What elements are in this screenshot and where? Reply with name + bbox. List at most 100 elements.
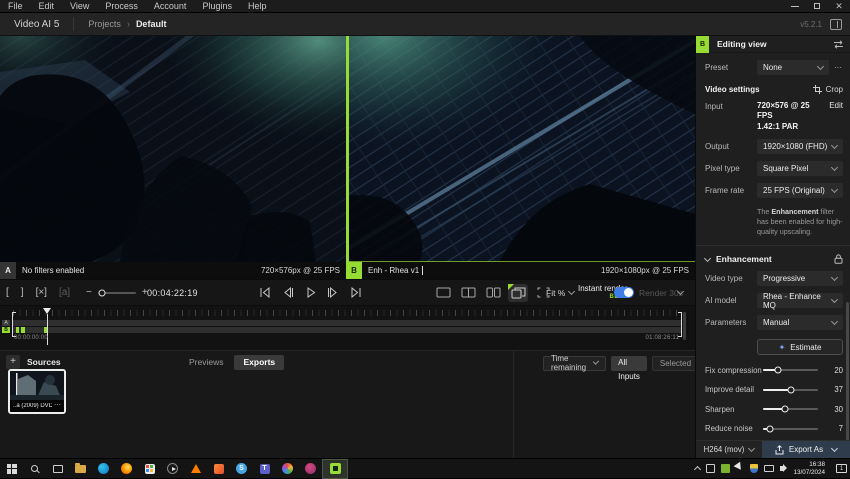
media-player-button[interactable] [161,459,184,479]
mark-in-button[interactable]: [ [6,287,9,298]
taskbar-search[interactable] [23,459,46,479]
network-display-icon[interactable] [764,465,774,472]
play-button[interactable] [304,287,317,298]
menu-help[interactable]: Help [240,0,275,13]
estimate-button[interactable]: ✦ Estimate [757,339,843,355]
source-clip-menu-button[interactable]: ⋯ [54,403,61,409]
slider-thumb[interactable] [775,367,782,374]
speaker-icon[interactable] [780,466,784,471]
cursor-tray-icon[interactable] [734,462,747,476]
breadcrumb-projects[interactable]: Projects [88,19,121,29]
playhead[interactable] [43,308,51,318]
panel-scrollbar[interactable] [846,302,849,454]
export-as-button[interactable]: Export As [762,441,850,458]
firefox-button[interactable] [115,459,138,479]
store-button[interactable] [138,459,161,479]
teams-button[interactable]: T [253,459,276,479]
transport-more-chevron-icon[interactable] [677,287,684,294]
notification-center-icon[interactable]: 1 [836,464,847,473]
collapse-chevron-icon[interactable] [704,255,711,262]
slider-thumb[interactable] [787,386,794,393]
menu-plugins[interactable]: Plugins [194,0,240,13]
side-by-side-view-button[interactable] [483,284,503,302]
frame-rate-dropdown[interactable]: 25 FPS (Original) [757,183,843,198]
clip-segment[interactable] [21,327,26,333]
pixel-type-dropdown[interactable]: Square Pixel [757,161,843,176]
preset-dropdown[interactable]: None [757,60,829,75]
timeline[interactable]: A B 00:00:00:00 01:08:26:11 [0,305,695,350]
zoom-out-button[interactable]: − [86,287,92,298]
menu-view[interactable]: View [62,0,97,13]
file-explorer-button[interactable] [69,459,92,479]
tab-exports[interactable]: Exports [234,355,284,370]
clear-marks-button[interactable]: [×] [36,287,47,298]
menu-process[interactable]: Process [97,0,146,13]
menu-file[interactable]: File [0,0,31,13]
panel-view-badge[interactable]: B [696,36,709,53]
maximize-button[interactable] [806,0,828,13]
clip-segment[interactable] [16,327,19,333]
track-b[interactable] [13,327,681,333]
skype-button[interactable]: S [230,459,253,479]
swap-views-icon[interactable] [833,40,844,49]
track-a[interactable] [13,320,681,326]
next-frame-button[interactable] [327,287,340,298]
slider-thumb[interactable] [782,406,789,413]
filter-selected[interactable]: Selected [652,356,699,371]
timeline-ruler[interactable] [13,310,681,316]
magenta-app-button[interactable] [299,459,322,479]
skip-end-button[interactable] [350,287,363,298]
close-button[interactable]: ✕ [828,0,850,13]
split-view-button[interactable] [458,284,478,302]
menu-account[interactable]: Account [146,0,195,13]
vlc-button[interactable] [184,459,207,479]
output-dropdown[interactable]: 1920×1080 (FHD) [757,139,843,154]
source-clip-card[interactable]: ..a (2009) DVD.mkv ⋯ [8,369,66,414]
start-button[interactable] [0,459,23,479]
video-preview-a[interactable] [0,36,346,262]
preset-more-button[interactable]: ⋯ [834,63,843,72]
lock-icon[interactable] [834,254,843,264]
input-edit-button[interactable]: Edit [829,101,843,110]
container-format-dropdown[interactable]: H264 (mov) [696,441,762,458]
render-30s-button[interactable]: Render 30s [639,288,683,298]
zoom-slider-thumb[interactable] [98,289,105,296]
media-app-button[interactable] [207,459,230,479]
nvidia-tray-icon[interactable] [721,464,730,473]
photo-app-button[interactable] [276,459,299,479]
export-options-chevron-icon[interactable] [831,444,838,451]
comparison-view-button[interactable] [508,284,528,302]
tray-device-icon[interactable] [706,464,715,473]
video-preview-b[interactable] [349,36,695,262]
slider-track[interactable] [763,369,818,371]
zoom-slider[interactable] [98,292,136,294]
tray-expand-icon[interactable] [694,466,701,473]
view-b-name-input[interactable]: Enh - Rhea v1 [368,266,419,275]
video-ai-taskbar-button[interactable] [322,459,348,479]
slider-track[interactable] [763,408,818,410]
mark-out-button[interactable]: ] [21,287,24,298]
slider-track[interactable] [763,389,818,391]
menu-edit[interactable]: Edit [31,0,63,13]
view-a-badge[interactable]: A [0,262,16,279]
tab-previews[interactable]: Previews [180,355,232,370]
skip-start-button[interactable] [258,287,271,298]
edge-button[interactable] [92,459,115,479]
slider-thumb[interactable] [767,425,774,432]
security-shield-icon[interactable] [750,464,758,473]
crop-button[interactable]: Crop [813,85,843,94]
view-b-badge[interactable]: B [346,262,362,279]
auto-marks-button[interactable]: [a] [59,287,70,298]
video-type-dropdown[interactable]: Progressive [757,271,843,286]
single-view-button[interactable] [433,284,453,302]
taskbar-clock[interactable]: 16:38 13/07/2024 [790,461,828,476]
panel-layout-icon[interactable] [830,19,842,30]
filter-all-inputs[interactable]: All Inputs [611,356,647,371]
minimize-button[interactable] [784,0,806,13]
task-view-button[interactable] [46,459,69,479]
instant-render-toggle[interactable] [614,287,634,298]
previous-frame-button[interactable] [281,287,294,298]
timeline-scrollbar[interactable] [683,312,686,340]
fit-zoom-dropdown[interactable]: Fit % [546,288,574,298]
sort-dropdown[interactable]: Time remaining [543,356,606,371]
